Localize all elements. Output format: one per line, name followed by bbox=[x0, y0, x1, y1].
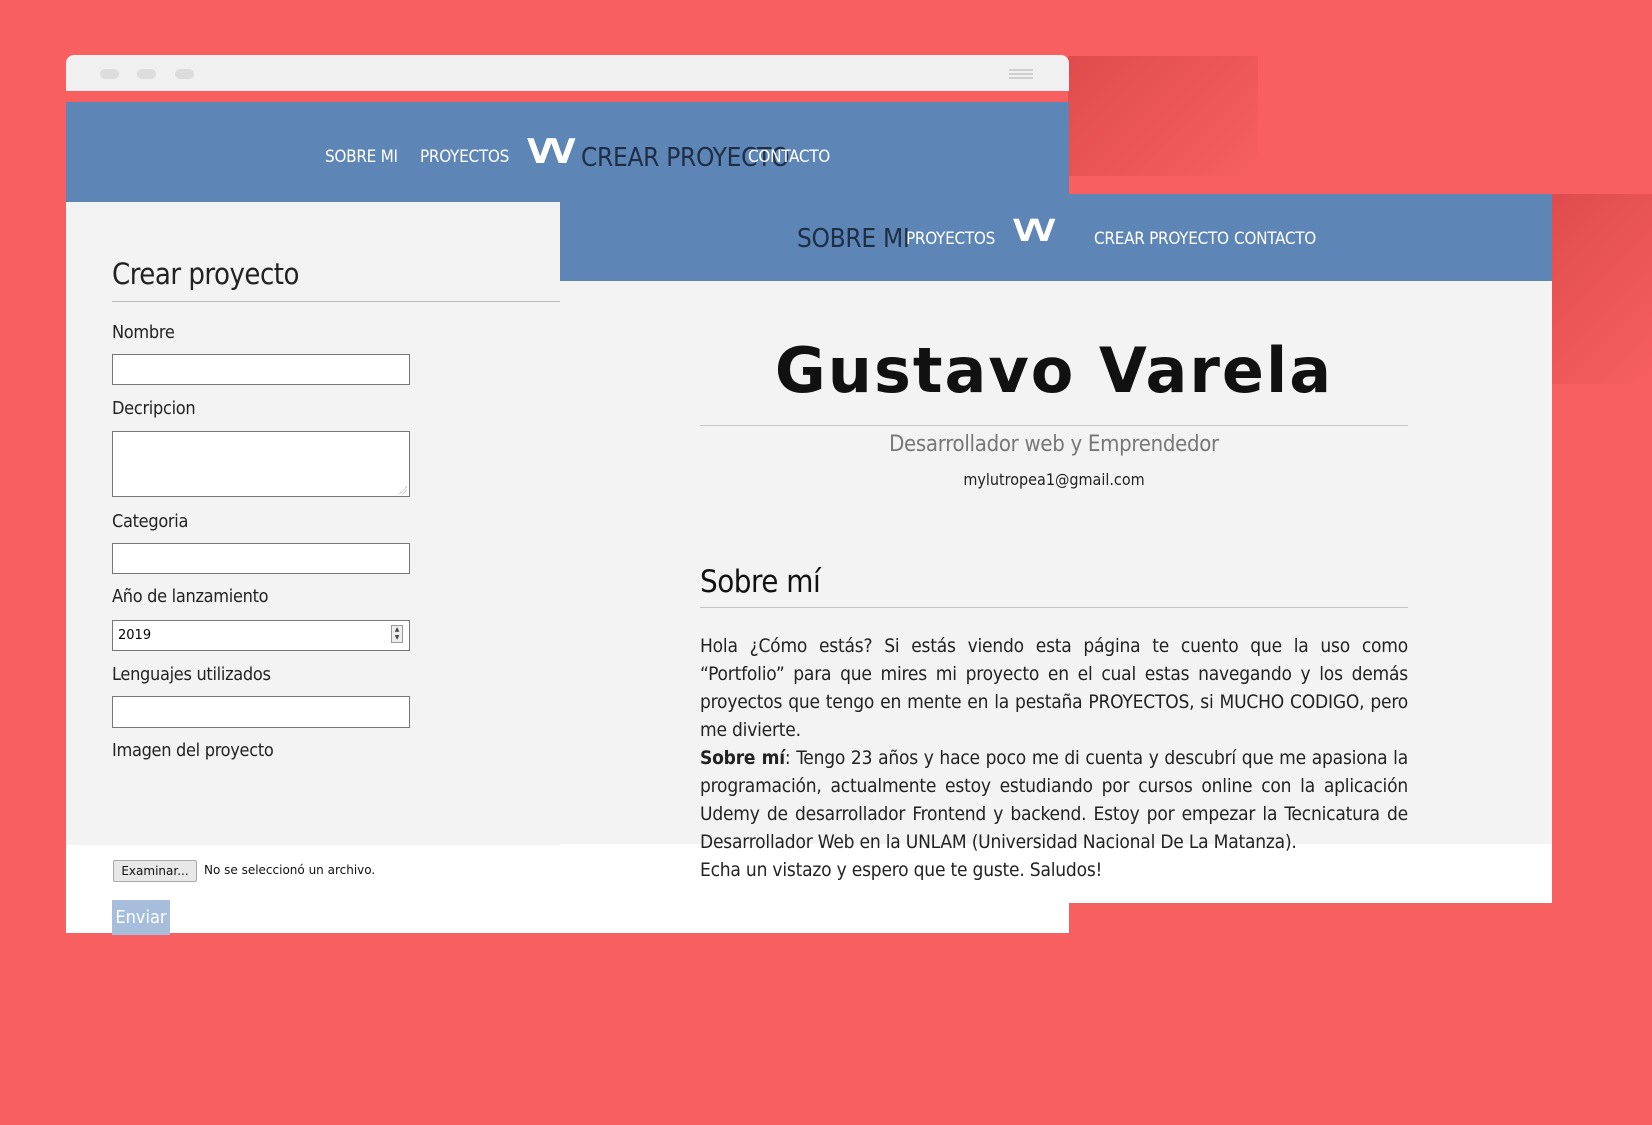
window-dot-icon[interactable] bbox=[175, 69, 194, 79]
about-heading: Sobre mí bbox=[700, 564, 821, 600]
browser-chrome bbox=[66, 55, 1069, 91]
profile-email[interactable]: mylutropea1@gmail.com bbox=[700, 470, 1408, 489]
logo[interactable]: VV bbox=[1013, 214, 1055, 249]
submit-button[interactable]: Enviar bbox=[112, 900, 170, 935]
profile-name: Gustavo Varela bbox=[774, 334, 1334, 407]
browser-window-about: SOBRE MI PROYECTOS VV CREAR PROYECTO CON… bbox=[560, 194, 1552, 903]
form-title: Crear proyecto bbox=[112, 257, 299, 291]
nav-crear-proyecto[interactable]: CREAR PROYECTO bbox=[1094, 229, 1229, 249]
lenguajes-label: Lenguajes utilizados bbox=[112, 664, 271, 685]
categoria-label: Categoria bbox=[112, 511, 189, 532]
file-browse-button[interactable]: Examinar... bbox=[113, 860, 197, 882]
anio-label: Año de lanzamiento bbox=[112, 586, 269, 607]
navbar: SOBRE MI PROYECTOS VV CREAR PROYECTO CON… bbox=[560, 194, 1552, 281]
nav-contacto[interactable]: CONTACTO bbox=[1234, 229, 1316, 249]
about-bold-label: Sobre mí bbox=[700, 747, 785, 769]
window-dot-icon[interactable] bbox=[100, 69, 119, 79]
nombre-input[interactable] bbox=[112, 354, 410, 385]
nav-contacto[interactable]: CONTACTO bbox=[748, 147, 830, 167]
divider bbox=[700, 607, 1408, 608]
window-shadow bbox=[1552, 194, 1652, 384]
divider bbox=[700, 425, 1408, 426]
divider bbox=[112, 301, 606, 302]
profile-subtitle: Desarrollador web y Emprendedor bbox=[889, 432, 1219, 457]
navbar: SOBRE MI PROYECTOS VV CREAR PROYECTO CON… bbox=[66, 102, 1069, 202]
file-status: No se seleccionó un archivo. bbox=[204, 863, 376, 877]
about-paragraph-text: : Tengo 23 años y hace poco me di cuenta… bbox=[700, 747, 1408, 853]
about-text: Hola ¿Cómo estás? Si estás viendo esta p… bbox=[700, 632, 1408, 884]
about-paragraph: Sobre mí: Tengo 23 años y hace poco me d… bbox=[700, 744, 1408, 856]
lenguajes-input[interactable] bbox=[112, 696, 410, 728]
nav-proyectos[interactable]: PROYECTOS bbox=[906, 229, 995, 249]
categoria-input[interactable] bbox=[112, 543, 410, 574]
window-shadow bbox=[1068, 56, 1258, 176]
resize-grip-icon[interactable] bbox=[399, 486, 407, 494]
nav-sobre-mi[interactable]: SOBRE MI bbox=[325, 147, 398, 167]
descripcion-textarea[interactable] bbox=[112, 431, 410, 497]
window-dot-icon[interactable] bbox=[137, 69, 156, 79]
spinner-arrows-icon[interactable]: ▲ ▼ bbox=[391, 625, 403, 643]
nav-proyectos[interactable]: PROYECTOS bbox=[420, 147, 509, 167]
about-paragraph: Hola ¿Cómo estás? Si estás viendo esta p… bbox=[700, 635, 1408, 741]
nav-sobre-mi[interactable]: SOBRE MI bbox=[797, 224, 910, 254]
menu-icon[interactable] bbox=[1009, 69, 1033, 81]
nombre-label: Nombre bbox=[112, 322, 175, 343]
anio-value: 2019 bbox=[118, 628, 152, 643]
imagen-label: Imagen del proyecto bbox=[112, 740, 274, 761]
about-paragraph: Echa un vistazo y espero que te guste. S… bbox=[700, 859, 1103, 881]
descripcion-label: Decripcion bbox=[112, 398, 196, 419]
logo[interactable]: VV bbox=[527, 132, 576, 172]
anio-number-input[interactable]: 2019 ▲ ▼ bbox=[112, 620, 410, 651]
